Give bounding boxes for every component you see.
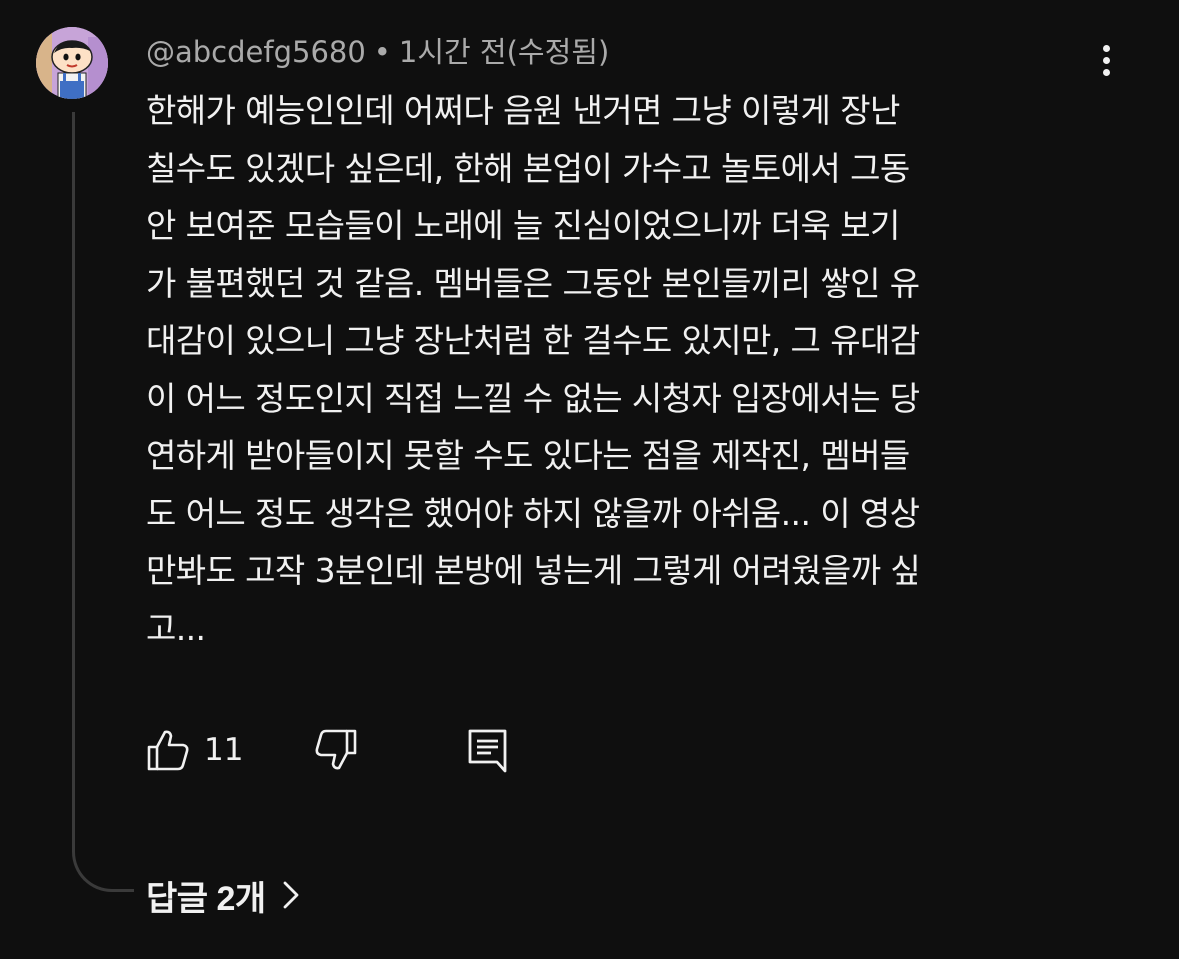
view-replies-button[interactable]: 답글 2개 xyxy=(146,868,302,922)
comment-icon xyxy=(468,729,507,773)
reply-thread-line xyxy=(72,112,134,892)
thumb-up-icon xyxy=(147,730,189,771)
chevron-right-icon xyxy=(283,881,299,909)
comment-text: 한해가 예능인인데 어쩌다 음원 낸거면 그냥 이렇게 장난 칠수도 있겠다 싶… xyxy=(146,91,921,648)
header-separator: • xyxy=(373,35,391,69)
avatar-image xyxy=(36,27,108,99)
reply-button[interactable] xyxy=(464,726,512,774)
comment-header: @abcdefg5680 • 1시간 전(수정됨) xyxy=(146,30,609,74)
thumb-down-icon xyxy=(315,729,357,770)
author-avatar[interactable] xyxy=(36,27,108,99)
like-button[interactable] xyxy=(144,726,192,774)
more-vert-icon[interactable] xyxy=(1088,40,1124,88)
like-count: 11 xyxy=(204,732,244,768)
replies-label: 답글 2개 xyxy=(146,879,266,918)
comment-timestamp[interactable]: 1시간 전(수정됨) xyxy=(399,35,609,69)
dislike-button[interactable] xyxy=(312,726,360,774)
author-name[interactable]: @abcdefg5680 xyxy=(146,35,366,69)
